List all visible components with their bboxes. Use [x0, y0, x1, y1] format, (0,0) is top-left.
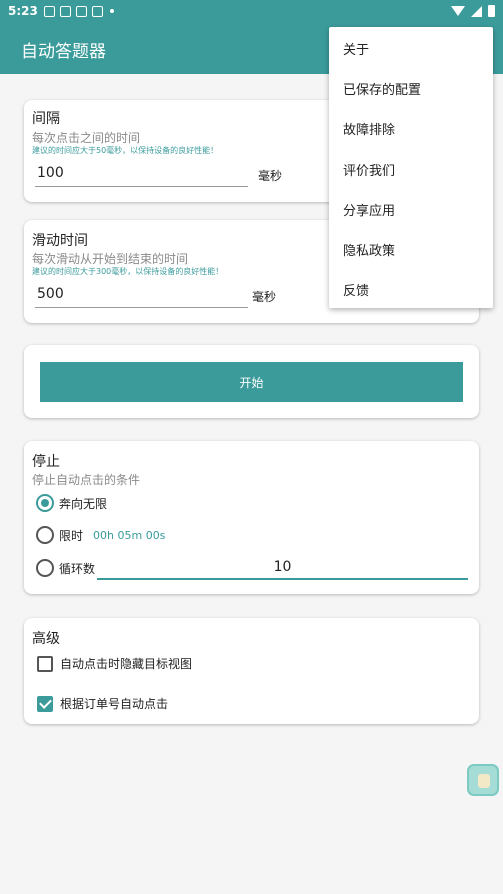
stop-subtitle: 停止自动点击的条件 — [32, 473, 141, 487]
hide-target-view-option[interactable]: 自动点击时隐藏目标视图 — [37, 655, 192, 672]
notification-icon — [91, 5, 103, 17]
interval-title: 间隔 — [32, 111, 60, 127]
status-time: 5:23 — [8, 4, 38, 18]
swipe-input[interactable]: 500 — [35, 284, 248, 308]
menu-item-about[interactable]: 关于 — [343, 39, 369, 58]
signal-icon — [471, 5, 482, 17]
stop-option-label: 循环数 — [59, 561, 96, 576]
radio-unselected-icon[interactable] — [36, 526, 54, 544]
swipe-subtitle: 每次滑动从开始到结束的时间 — [32, 252, 189, 266]
swipe-unit: 毫秒 — [252, 290, 277, 304]
click-by-order-option[interactable]: 根据订单号自动点击 — [37, 695, 168, 712]
overflow-menu: 关于 已保存的配置 故障排除 评价我们 分享应用 隐私政策 反馈 — [329, 27, 493, 308]
loop-count-input[interactable]: 10 — [97, 556, 468, 580]
stop-title: 停止 — [32, 454, 60, 470]
interval-subtitle: 每次点击之间的时间 — [32, 131, 141, 145]
advanced-option-label: 根据订单号自动点击 — [60, 697, 169, 711]
time-limit-value[interactable]: 00h 05m 00s — [93, 529, 165, 542]
notification-icon — [59, 5, 71, 17]
more-notifications-icon — [109, 9, 114, 13]
menu-item-feedback[interactable]: 反馈 — [343, 280, 369, 299]
stop-option-time-limit[interactable]: 限时 00h 05m 00s — [36, 526, 165, 544]
interval-input[interactable]: 100 — [35, 163, 248, 187]
interval-hint: 建议的时间应大于50毫秒，以保持设备的良好性能！ — [32, 146, 219, 155]
menu-item-privacy-policy[interactable]: 隐私政策 — [343, 240, 395, 259]
menu-item-share-app[interactable]: 分享应用 — [343, 200, 395, 219]
advanced-title: 高级 — [32, 631, 60, 647]
start-button[interactable]: 开始 — [40, 362, 463, 402]
menu-item-troubleshoot[interactable]: 故障排除 — [343, 119, 395, 138]
menu-item-rate-us[interactable]: 评价我们 — [343, 160, 395, 179]
stop-option-loop-count[interactable]: 循环数 — [36, 559, 95, 577]
wifi-icon — [451, 6, 465, 16]
advanced-option-label: 自动点击时隐藏目标视图 — [60, 657, 193, 671]
stop-option-infinite[interactable]: 奔向无限 — [36, 494, 107, 512]
app-title: 自动答题器 — [21, 42, 106, 62]
floating-shortcut-icon[interactable] — [467, 764, 499, 796]
battery-icon — [488, 5, 495, 17]
interval-unit: 毫秒 — [258, 169, 283, 183]
notification-icon — [75, 5, 87, 17]
swipe-title: 滑动时间 — [32, 233, 88, 249]
stop-option-label: 限时 — [59, 528, 84, 543]
checkbox-checked-icon[interactable] — [37, 695, 53, 712]
swipe-hint: 建议的时间应大于300毫秒，以保持设备的良好性能！ — [32, 267, 224, 276]
stop-option-label: 奔向无限 — [59, 496, 108, 511]
notification-icon — [43, 5, 55, 17]
menu-item-saved-configs[interactable]: 已保存的配置 — [343, 79, 421, 98]
checkbox-unchecked-icon[interactable] — [37, 655, 53, 672]
radio-selected-icon[interactable] — [36, 494, 54, 512]
radio-unselected-icon[interactable] — [36, 559, 54, 577]
status-bar: 5:23 — [0, 0, 503, 22]
